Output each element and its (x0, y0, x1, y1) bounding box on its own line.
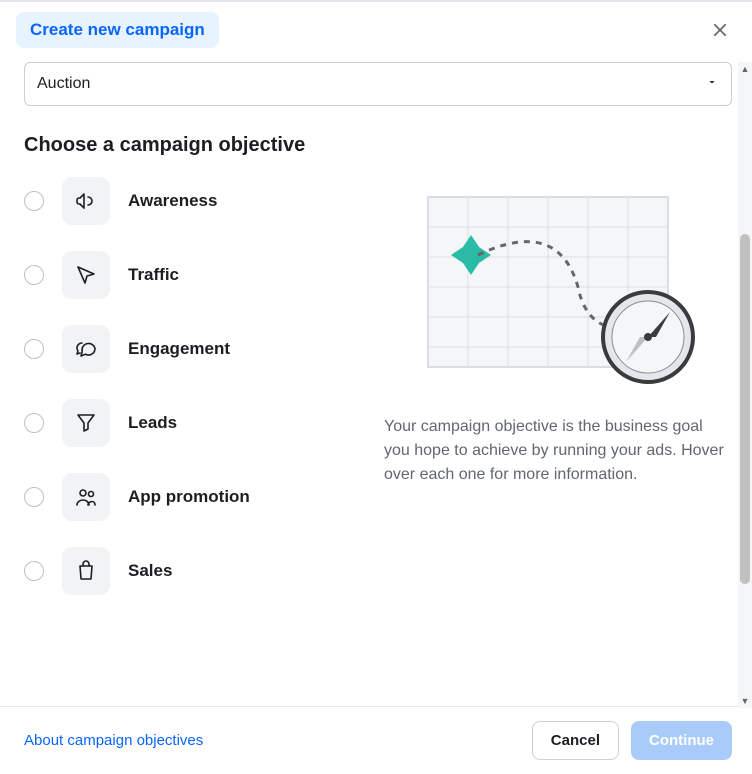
cancel-button[interactable]: Cancel (532, 721, 619, 760)
objective-label: Awareness (128, 191, 217, 211)
objective-option-sales[interactable]: Sales (24, 547, 364, 595)
radio-awareness[interactable] (24, 191, 44, 211)
modal-body: Auction Choose a campaign objective Awar… (0, 58, 752, 706)
objective-option-app-promotion[interactable]: App promotion (24, 473, 364, 521)
scrollbar[interactable]: ▲ ▼ (738, 62, 752, 708)
objective-option-awareness[interactable]: Awareness (24, 177, 364, 225)
radio-traffic[interactable] (24, 265, 44, 285)
radio-sales[interactable] (24, 561, 44, 581)
radio-engagement[interactable] (24, 339, 44, 359)
objective-option-engagement[interactable]: Engagement (24, 325, 364, 373)
radio-app-promotion[interactable] (24, 487, 44, 507)
buying-type-select[interactable]: Auction (24, 62, 732, 106)
objective-option-leads[interactable]: Leads (24, 399, 364, 447)
scrollbar-down-arrow-icon[interactable]: ▼ (738, 694, 752, 708)
modal-header: Create new campaign (0, 2, 752, 58)
objective-content: Awareness Traffic Engagement (24, 177, 732, 595)
users-icon (62, 473, 110, 521)
radio-leads[interactable] (24, 413, 44, 433)
cursor-icon (62, 251, 110, 299)
about-objectives-link[interactable]: About campaign objectives (24, 732, 203, 749)
close-icon (711, 21, 729, 39)
create-campaign-modal: Create new campaign Auction Choose a cam… (0, 0, 752, 774)
modal-title: Create new campaign (16, 12, 219, 48)
objective-option-traffic[interactable]: Traffic (24, 251, 364, 299)
scrollbar-thumb[interactable] (740, 234, 750, 584)
objective-label: Leads (128, 413, 177, 433)
close-button[interactable] (704, 14, 736, 46)
buying-type-select-wrap: Auction (24, 62, 732, 106)
objective-info-panel: Your campaign objective is the business … (384, 177, 732, 595)
map-compass-illustration (384, 177, 732, 397)
footer-actions: Cancel Continue (532, 721, 732, 760)
objective-options-list: Awareness Traffic Engagement (24, 177, 364, 595)
chat-icon (62, 325, 110, 373)
shopping-bag-icon (62, 547, 110, 595)
scrollbar-up-arrow-icon[interactable]: ▲ (738, 62, 752, 76)
modal-footer: About campaign objectives Cancel Continu… (0, 706, 752, 774)
objective-label: Sales (128, 561, 172, 581)
continue-button[interactable]: Continue (631, 721, 732, 760)
megaphone-icon (62, 177, 110, 225)
objective-label: Traffic (128, 265, 179, 285)
objective-section-title: Choose a campaign objective (24, 134, 732, 157)
objective-label: App promotion (128, 487, 250, 507)
objective-label: Engagement (128, 339, 230, 359)
objective-info-text: Your campaign objective is the business … (384, 415, 732, 487)
funnel-icon (62, 399, 110, 447)
